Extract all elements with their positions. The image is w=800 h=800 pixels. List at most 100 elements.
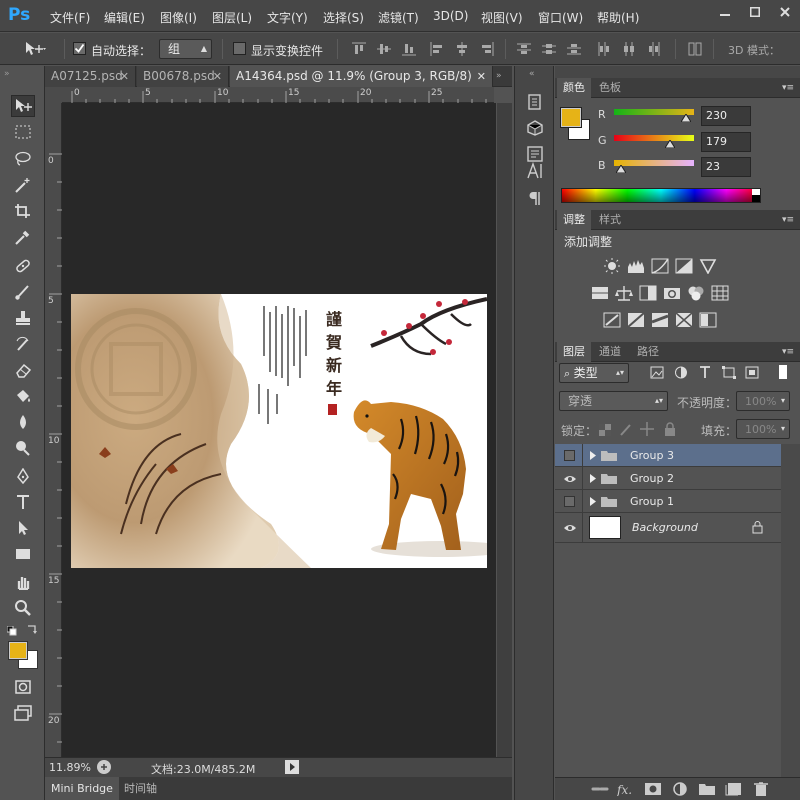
panel-menu-icon[interactable]: ▾≡ bbox=[782, 215, 794, 225]
photo-filter-icon[interactable] bbox=[663, 285, 681, 301]
color-lookup-icon[interactable] bbox=[711, 285, 729, 301]
menu-image[interactable]: 图像(I) bbox=[160, 9, 197, 26]
new-group-icon[interactable] bbox=[698, 782, 716, 796]
marquee-tool[interactable] bbox=[11, 121, 35, 143]
menu-layer[interactable]: 图层(L) bbox=[212, 9, 252, 26]
layer-style-icon[interactable]: fx. bbox=[617, 782, 635, 796]
filter-type-icon[interactable] bbox=[698, 366, 712, 379]
move-tool-icon[interactable] bbox=[24, 41, 46, 57]
align-bottom-icon[interactable] bbox=[402, 42, 416, 56]
lock-position-icon[interactable] bbox=[640, 422, 654, 436]
screen-mode-icon[interactable] bbox=[11, 702, 35, 724]
tab-swatches[interactable]: 色板 bbox=[593, 78, 627, 98]
close-tab-icon[interactable]: ✕ bbox=[477, 66, 486, 87]
g-value-input[interactable]: 179 bbox=[701, 132, 751, 152]
menu-edit[interactable]: 编辑(E) bbox=[104, 9, 145, 26]
distribute-top-icon[interactable] bbox=[517, 42, 531, 56]
distribute-hcenter-icon[interactable] bbox=[622, 42, 636, 56]
menu-type[interactable]: 文字(Y) bbox=[267, 9, 308, 26]
align-right-icon[interactable] bbox=[480, 42, 494, 56]
show-transform-checkbox[interactable] bbox=[233, 42, 246, 55]
collapse-icon[interactable]: « bbox=[529, 69, 535, 79]
history-brush-tool[interactable] bbox=[11, 333, 35, 355]
b-slider-handle[interactable] bbox=[616, 165, 627, 173]
layer-row-group-2[interactable]: Group 2 bbox=[555, 467, 781, 490]
menu-window[interactable]: 窗口(W) bbox=[538, 9, 583, 26]
blend-mode-dropdown[interactable]: 穿透 ▴▾ bbox=[559, 391, 668, 411]
blur-tool[interactable] bbox=[11, 411, 35, 433]
panel-menu-icon[interactable]: ▾≡ bbox=[782, 347, 794, 357]
auto-select-checkbox[interactable] bbox=[73, 42, 86, 55]
distribute-bottom-icon[interactable] bbox=[567, 42, 581, 56]
tab-channels[interactable]: 通道 bbox=[593, 342, 627, 362]
magic-wand-tool[interactable] bbox=[11, 174, 35, 196]
align-left-icon[interactable] bbox=[430, 42, 444, 56]
exposure-icon[interactable] bbox=[675, 258, 693, 274]
tab-a14364[interactable]: A14364.psd @ 11.9% (Group 3, RGB/8) ✕ bbox=[230, 66, 493, 87]
align-top-icon[interactable] bbox=[352, 42, 366, 56]
zoom-tool[interactable] bbox=[11, 597, 35, 619]
distribute-vcenter-icon[interactable] bbox=[542, 42, 556, 56]
r-slider[interactable] bbox=[614, 109, 694, 122]
lock-image-icon[interactable] bbox=[619, 422, 633, 436]
filter-toggle-switch[interactable] bbox=[779, 365, 787, 379]
collapse-icon[interactable]: » bbox=[4, 69, 10, 79]
color-balance-icon[interactable] bbox=[615, 285, 633, 301]
filter-smart-object-icon[interactable] bbox=[745, 366, 759, 379]
character-panel-icon[interactable] bbox=[526, 162, 544, 180]
expand-arrow-icon[interactable] bbox=[590, 497, 596, 506]
tabs-overflow-icon[interactable]: » bbox=[496, 71, 502, 81]
visibility-toggle[interactable] bbox=[557, 444, 583, 467]
status-menu-arrow-icon[interactable] bbox=[285, 760, 299, 774]
paint-bucket-tool[interactable] bbox=[11, 385, 35, 407]
horizontal-ruler[interactable]: 0 5 10 15 20 25 bbox=[62, 87, 494, 103]
b-slider[interactable] bbox=[614, 160, 694, 173]
rectangle-tool[interactable] bbox=[11, 543, 35, 565]
color-panel-fg-swatch[interactable] bbox=[560, 107, 582, 128]
align-vcenter-icon[interactable] bbox=[377, 42, 391, 56]
clone-stamp-tool[interactable] bbox=[11, 307, 35, 329]
color-spectrum-bar[interactable] bbox=[561, 188, 761, 203]
menu-view[interactable]: 视图(V) bbox=[481, 9, 523, 26]
document-canvas[interactable]: 謹 賀 新 年 bbox=[71, 294, 487, 568]
threshold-icon[interactable] bbox=[651, 312, 669, 328]
visibility-toggle[interactable] bbox=[557, 490, 583, 513]
layer-filter-dropdown[interactable]: ⌕ 类型 ▴▾ bbox=[559, 363, 629, 383]
quick-mask-icon[interactable] bbox=[11, 676, 35, 698]
filter-adjustment-icon[interactable] bbox=[674, 366, 688, 379]
pen-tool[interactable] bbox=[11, 465, 35, 487]
layer-row-group-1[interactable]: Group 1 bbox=[555, 490, 781, 513]
menu-filter[interactable]: 滤镜(T) bbox=[378, 9, 419, 26]
menu-help[interactable]: 帮助(H) bbox=[597, 9, 639, 26]
crop-tool[interactable] bbox=[11, 200, 35, 222]
lock-transparent-icon[interactable] bbox=[599, 424, 611, 436]
tab-adjustments[interactable]: 调整 bbox=[557, 210, 591, 230]
tab-color[interactable]: 颜色 bbox=[557, 78, 591, 98]
fill-input[interactable]: 100% ▾ bbox=[736, 419, 790, 439]
distribute-right-icon[interactable] bbox=[647, 42, 661, 56]
status-info-icon[interactable] bbox=[97, 760, 111, 774]
default-colors-icon[interactable] bbox=[7, 626, 17, 636]
posterize-icon[interactable] bbox=[627, 312, 645, 328]
eyedropper-tool[interactable] bbox=[11, 226, 35, 248]
path-selection-tool[interactable] bbox=[11, 517, 35, 539]
new-adjustment-icon[interactable] bbox=[671, 782, 689, 796]
lock-all-icon[interactable] bbox=[664, 422, 676, 436]
tab-layers[interactable]: 图层 bbox=[557, 342, 591, 362]
menu-select[interactable]: 选择(S) bbox=[323, 9, 364, 26]
foreground-color-swatch[interactable] bbox=[8, 641, 28, 660]
move-tool[interactable] bbox=[11, 95, 35, 117]
filter-pixel-icon[interactable] bbox=[650, 366, 664, 379]
link-layers-icon[interactable] bbox=[591, 782, 609, 796]
add-mask-icon[interactable] bbox=[644, 782, 662, 796]
vertical-scrollbar[interactable] bbox=[497, 103, 512, 757]
swap-colors-icon[interactable] bbox=[26, 624, 38, 636]
ruler-origin[interactable] bbox=[45, 87, 62, 103]
gradient-map-icon[interactable] bbox=[699, 312, 717, 328]
black-white-icon[interactable] bbox=[639, 285, 657, 301]
layer-row-background[interactable]: Background bbox=[555, 513, 781, 543]
menu-3d[interactable]: 3D(D) bbox=[433, 9, 468, 23]
brush-tool[interactable] bbox=[11, 281, 35, 303]
invert-icon[interactable] bbox=[603, 312, 621, 328]
maximize-button[interactable] bbox=[740, 1, 770, 23]
